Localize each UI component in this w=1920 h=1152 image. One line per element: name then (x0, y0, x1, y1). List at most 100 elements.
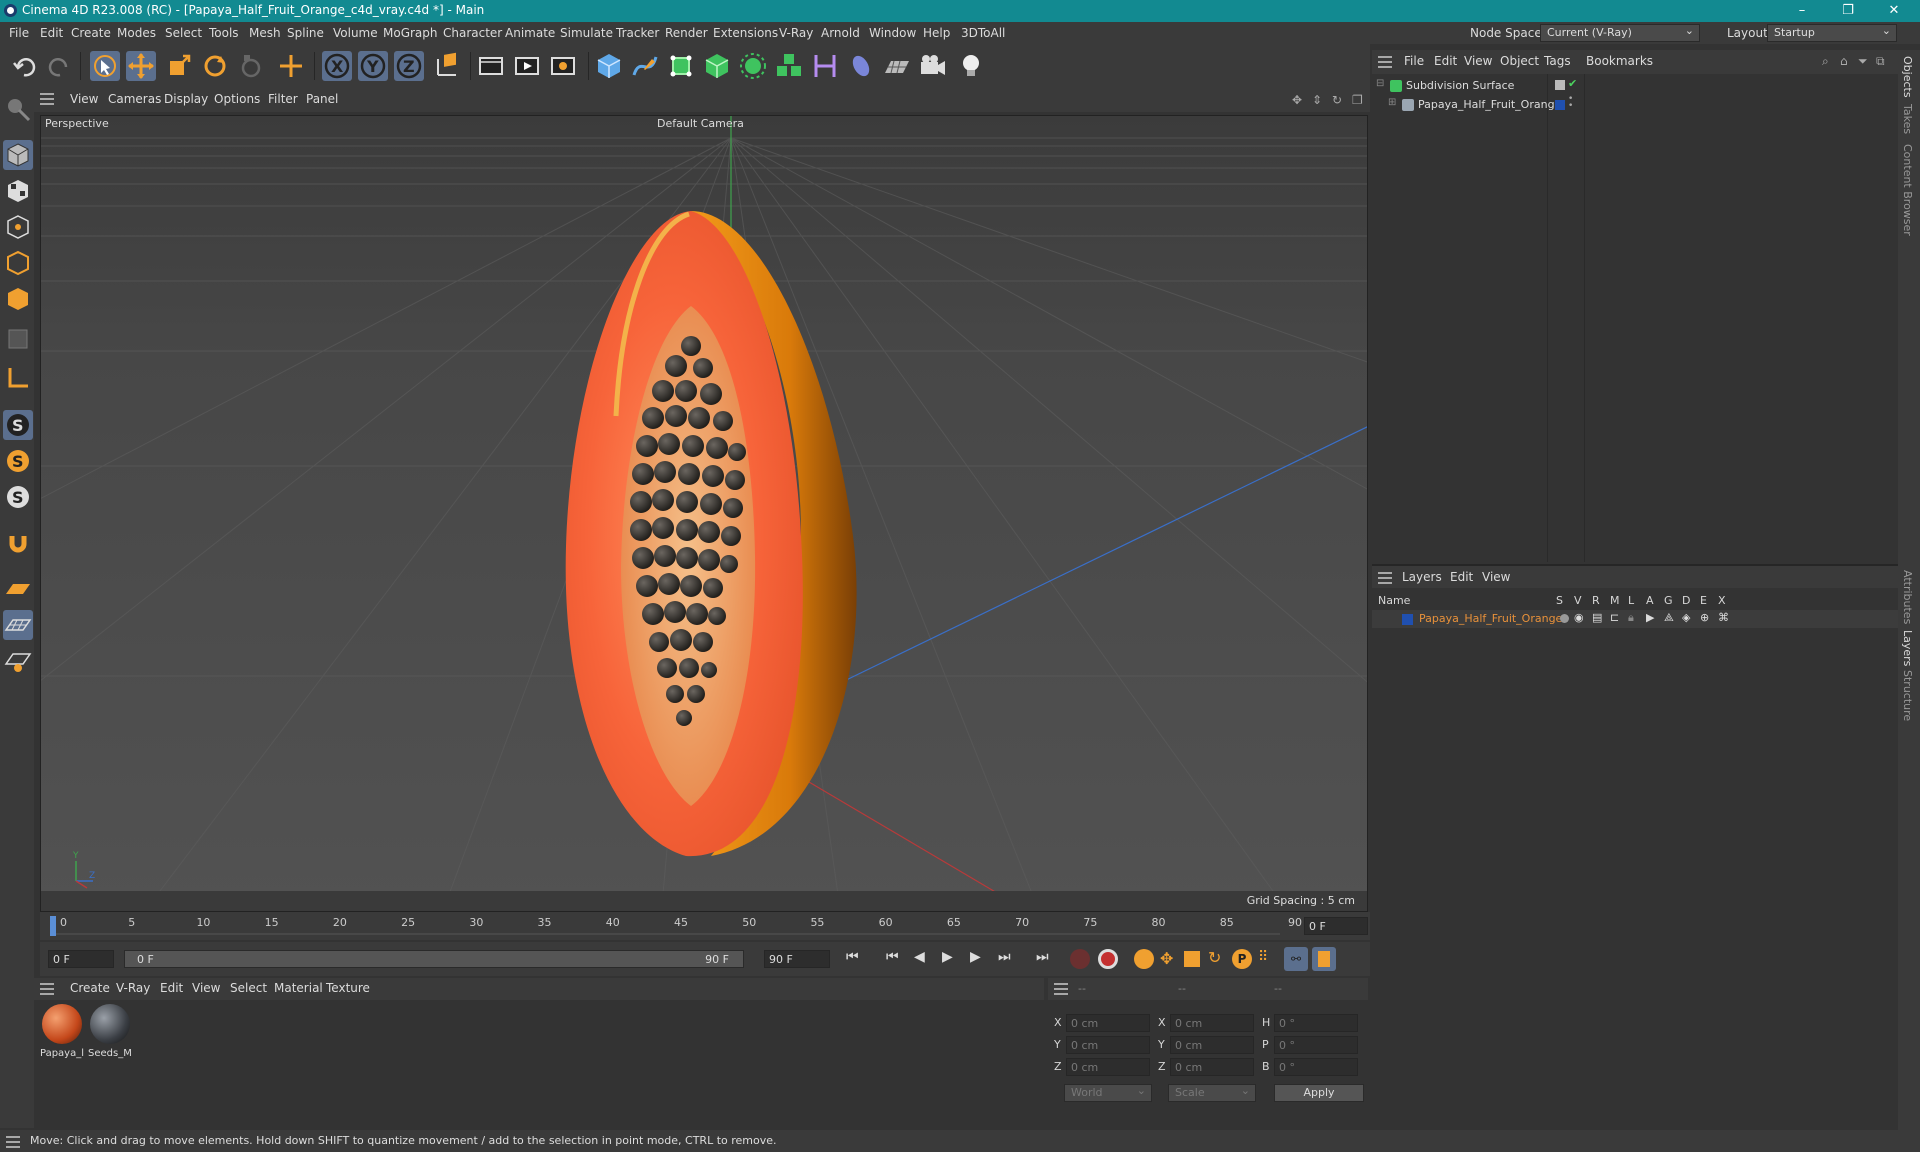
menu-extensions[interactable]: Extensions (713, 26, 778, 40)
objects-menu-object[interactable]: Object (1500, 54, 1539, 68)
tab-objects[interactable]: Objects (1901, 56, 1914, 98)
menu-vray[interactable]: V-Ray (779, 26, 813, 40)
z-axis-lock-icon[interactable]: Z (394, 51, 424, 81)
xref-icon[interactable]: ⌘ (1718, 611, 1729, 624)
menu-edit[interactable]: Edit (40, 26, 63, 40)
material-menu-select[interactable]: Select (230, 981, 267, 995)
size-x-field[interactable]: 0 cm (1170, 1014, 1254, 1032)
position-x-field[interactable]: 0 cm (1066, 1014, 1150, 1032)
new-window-icon[interactable]: ⧉ (1876, 54, 1885, 69)
layers-col-v[interactable]: V (1574, 594, 1582, 607)
mograph-cloner-icon[interactable] (738, 51, 768, 81)
filter-icon[interactable]: ⏷ (1858, 54, 1868, 69)
animation-icon[interactable]: ▶ (1646, 611, 1654, 624)
size-z-field[interactable]: 0 cm (1170, 1058, 1254, 1076)
previous-frame-icon[interactable]: ◀ (914, 949, 925, 965)
menu-create[interactable]: Create (71, 26, 111, 40)
points-mode-icon[interactable] (3, 212, 33, 242)
size-y-field[interactable]: 0 cm (1170, 1036, 1254, 1054)
light-bulb-icon[interactable] (956, 51, 986, 81)
extrude-generator-icon[interactable] (702, 51, 732, 81)
y-axis-lock-icon[interactable]: Y (358, 51, 388, 81)
apply-button[interactable]: Apply (1274, 1084, 1364, 1102)
expressions-icon[interactable]: ⊕ (1700, 611, 1709, 624)
layers-col-d[interactable]: D (1682, 594, 1690, 607)
material-swatch[interactable]: Seeds_M (88, 1004, 132, 1066)
layers-col-m[interactable]: M (1610, 594, 1620, 607)
snap-icon[interactable]: S (3, 410, 33, 440)
menu-modes[interactable]: Modes (117, 26, 156, 40)
scale-key-icon[interactable] (1184, 951, 1200, 967)
layers-col-a[interactable]: A (1646, 594, 1654, 607)
menu-simulate[interactable]: Simulate (560, 26, 613, 40)
object-name[interactable]: Subdivision Surface (1406, 79, 1514, 92)
viewport-menu-filter[interactable]: Filter (268, 92, 298, 106)
make-editable-icon[interactable] (3, 94, 33, 124)
layout-dropdown[interactable]: Startup (1767, 24, 1897, 42)
parameter-key-icon[interactable]: P (1232, 949, 1252, 969)
layer-name[interactable]: Papaya_Half_Fruit_Orange (1419, 612, 1562, 625)
timeline-ruler[interactable]: 0 5 10 15 20 25 30 35 40 45 50 55 60 65 70 75 80 85 90 0 F (40, 912, 1370, 940)
camera-icon[interactable] (918, 51, 948, 81)
rotation-key-icon[interactable]: ↻ (1208, 948, 1221, 967)
viewport-rotate-icon[interactable]: ↻ (1332, 93, 1342, 107)
objects-menu-view[interactable]: View (1464, 54, 1492, 68)
layers-col-g[interactable]: G (1664, 594, 1673, 607)
next-frame-icon[interactable]: ▶ (970, 949, 981, 965)
layers-col-name[interactable]: Name (1378, 594, 1410, 607)
menu-spline[interactable]: Spline (287, 26, 324, 40)
position-key-icon[interactable]: ✥ (1160, 949, 1173, 968)
menu-select[interactable]: Select (165, 26, 202, 40)
3d-viewport[interactable]: Y Z X Perspective Default Camera Grid Sp… (40, 115, 1368, 912)
viewport-menu-options[interactable]: Options (214, 92, 260, 106)
menu-mograph[interactable]: MoGraph (383, 26, 438, 40)
material-menu-edit[interactable]: Edit (160, 981, 183, 995)
material-menu-view[interactable]: View (192, 981, 220, 995)
coordinate-space-dropdown[interactable]: World (1064, 1084, 1152, 1102)
layers-menu-view[interactable]: View (1482, 570, 1510, 584)
material-menu-material[interactable]: Material (274, 981, 323, 995)
tab-content-browser[interactable]: Content Browser (1901, 144, 1914, 236)
rotate-icon[interactable] (200, 51, 230, 81)
node-space-dropdown[interactable]: Current (V-Ray) (1540, 24, 1700, 42)
redo-icon[interactable] (44, 51, 74, 81)
snap-settings-icon[interactable]: S (3, 446, 33, 476)
model-mode-icon[interactable] (3, 140, 33, 170)
check-icon[interactable]: ✔ (1568, 77, 1577, 90)
current-frame-field[interactable]: 0 F (1304, 917, 1368, 935)
go-to-end-icon[interactable]: ⏭ (1036, 949, 1049, 965)
lock-icon[interactable]: 🔒︎ (1628, 611, 1634, 625)
restore-button[interactable]: ❐ (1828, 1, 1868, 21)
menu-window[interactable]: Window (869, 26, 916, 40)
autokey-icon[interactable] (1098, 949, 1118, 969)
hamburger-icon[interactable] (1054, 983, 1068, 998)
viewport-menu-view[interactable]: View (70, 92, 98, 106)
menu-animate[interactable]: Animate (505, 26, 555, 40)
menu-render[interactable]: Render (665, 26, 708, 40)
go-to-start-icon[interactable]: ⏮ (846, 949, 859, 965)
polygons-mode-icon[interactable] (3, 284, 33, 314)
array-cubes-icon[interactable] (774, 51, 804, 81)
home-icon[interactable]: ⌂ (1840, 54, 1848, 68)
menu-3dtoall[interactable]: 3DToAll (961, 26, 1005, 40)
timeline-window-icon[interactable] (1312, 947, 1336, 971)
grid-icon[interactable] (3, 610, 33, 640)
menu-tracker[interactable]: Tracker (616, 26, 659, 40)
layers-menu-layers[interactable]: Layers (1402, 570, 1442, 584)
tab-takes[interactable]: Takes (1901, 104, 1914, 134)
camera-label[interactable]: Default Camera (657, 117, 744, 130)
next-keyframe-icon[interactable]: ⏭ (998, 949, 1011, 965)
menu-tools[interactable]: Tools (209, 26, 239, 40)
layers-col-e[interactable]: E (1700, 594, 1707, 607)
deformer-bend-icon[interactable] (810, 51, 840, 81)
start-frame-field[interactable]: 0 F (48, 950, 114, 968)
play-icon[interactable]: ▶ (942, 949, 953, 965)
layer-row[interactable]: Papaya_Half_Fruit_Orange ◉ ▤ ⊏ 🔒︎ ▶ ⟁ ◈ … (1372, 610, 1898, 628)
record-active-icon[interactable] (1070, 949, 1090, 969)
x-axis-lock-icon[interactable]: X (322, 51, 352, 81)
workplane-icon[interactable] (3, 574, 33, 604)
keyframe-selection-icon[interactable] (1134, 949, 1154, 969)
menu-arnold[interactable]: Arnold (821, 26, 860, 40)
layer-color-swatch[interactable] (1402, 614, 1413, 625)
position-y-field[interactable]: 0 cm (1066, 1036, 1150, 1054)
